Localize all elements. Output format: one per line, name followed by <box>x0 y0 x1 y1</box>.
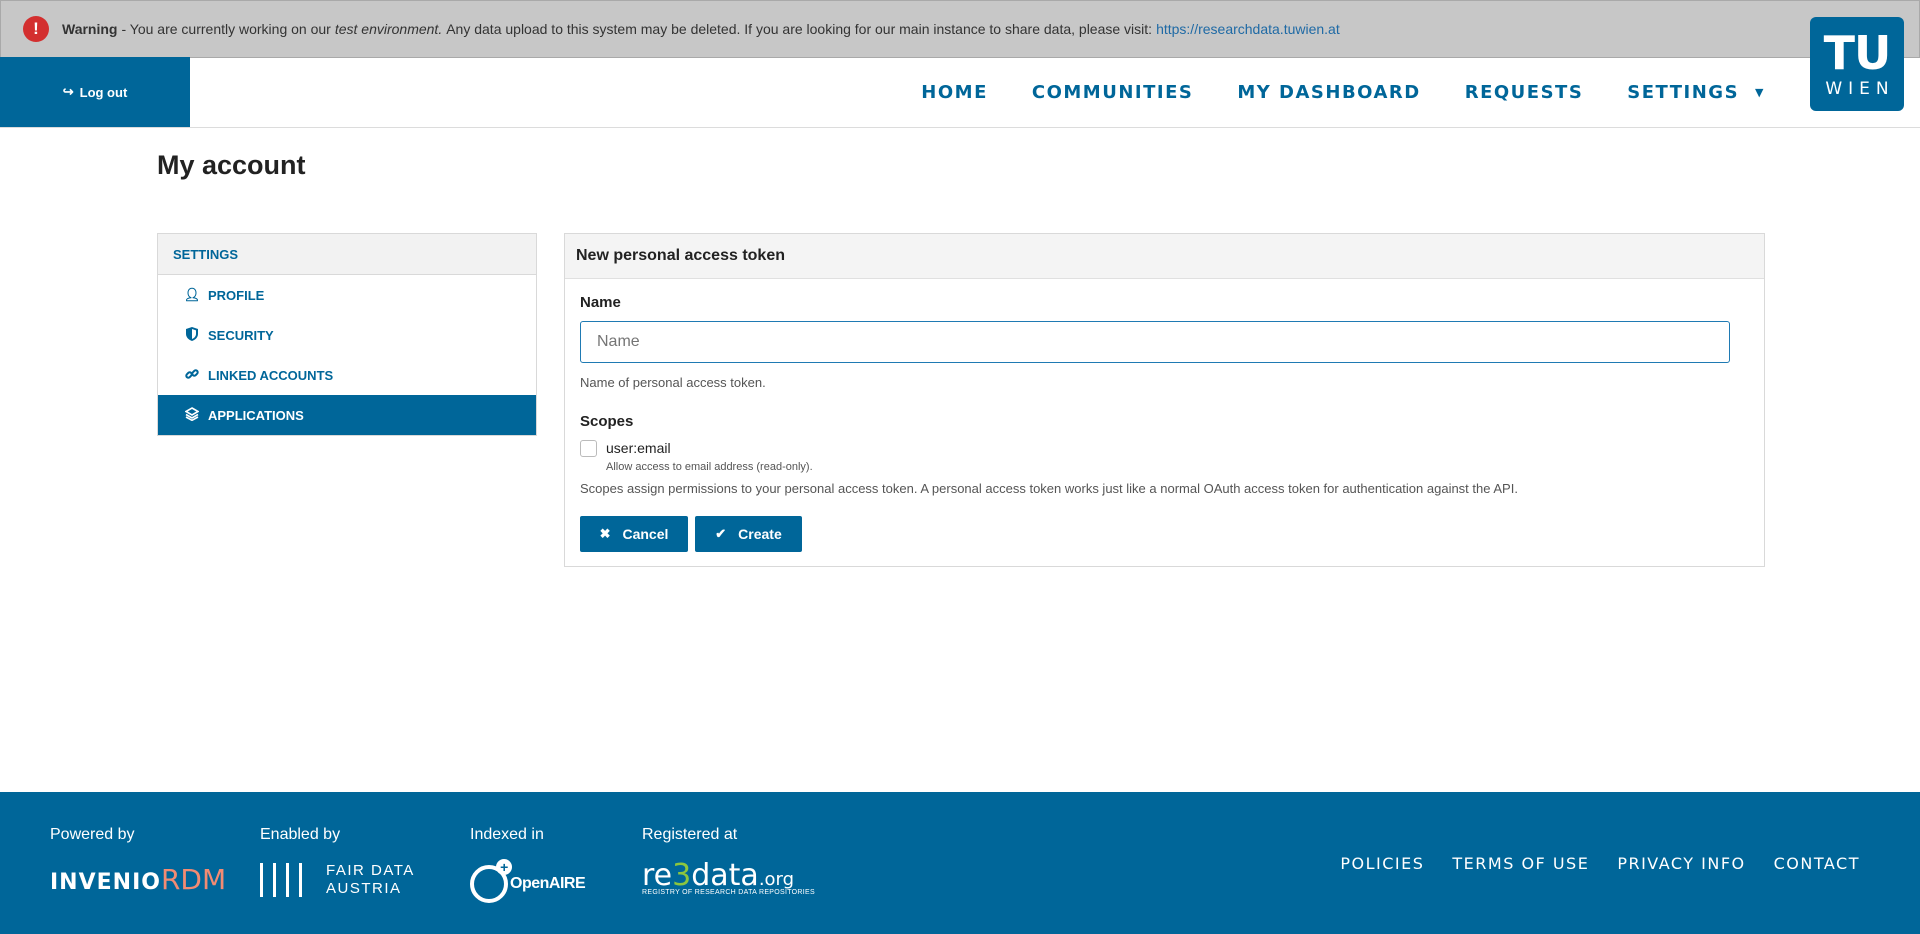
tu-wien-logo[interactable]: TU WIEN <box>1810 17 1904 111</box>
rdm-text: RDM <box>160 863 227 896</box>
footer-links: POLICIES TERMS OF USE PRIVACY INFO CONTA… <box>1312 854 1860 873</box>
fda-bars-icon <box>260 863 312 897</box>
new-token-panel: New personal access token Name Name of p… <box>564 233 1765 567</box>
cube-icon <box>182 406 202 424</box>
warning-text-before: - You are currently working on our <box>121 21 331 37</box>
cancel-label: Cancel <box>622 526 669 542</box>
invenio-text: INVENIO <box>50 870 161 895</box>
scope-user-email-description: Allow access to email address (read-only… <box>606 461 813 473</box>
name-help-text: Name of personal access token. <box>580 375 766 390</box>
sidebar-heading: SETTINGS <box>158 234 536 275</box>
settings-sidebar: SETTINGS 👤︎ PROFILE SECURITY LINKED ACCO… <box>157 233 537 436</box>
warning-banner: ! Warning - You are currently working on… <box>0 0 1920 58</box>
shield-icon <box>182 326 202 344</box>
sign-out-icon: ↪ <box>62 84 74 99</box>
name-input[interactable] <box>580 321 1730 363</box>
scope-user-email-label[interactable]: user:email <box>606 440 671 456</box>
warning-link[interactable]: https://researchdata.tuwien.at <box>1156 21 1340 37</box>
check-icon: ✔ <box>715 526 727 541</box>
re3data-text: re3data.org <box>642 858 795 893</box>
registered-at-label: Registered at <box>642 826 738 843</box>
cancel-button[interactable]: ✖ Cancel <box>580 516 688 552</box>
nav-settings-label: SETTINGS <box>1627 81 1740 103</box>
warning-text-after: Any data upload to this system may be de… <box>446 21 1153 37</box>
main-nav: HOME COMMUNITIES MY DASHBOARD REQUESTS S… <box>877 57 1765 127</box>
fda-text: FAIR DATA AUSTRIA <box>326 862 415 898</box>
scopes-help-text: Scopes assign permissions to your person… <box>580 481 1518 496</box>
warning-emphasis: test environment. <box>334 21 443 37</box>
scopes-label: Scopes <box>580 413 634 430</box>
re3data-subtitle: REGISTRY OF RESEARCH DATA REPOSITORIES <box>642 889 815 896</box>
fair-data-austria-logo[interactable]: FAIR DATA AUSTRIA <box>260 862 415 898</box>
caret-down-icon: ▼ <box>1755 85 1765 99</box>
logo-tu-text: TU <box>1823 25 1892 80</box>
footer-link-policies[interactable]: POLICIES <box>1340 854 1424 873</box>
enabled-by-label: Enabled by <box>260 826 341 843</box>
close-icon: ✖ <box>599 526 611 541</box>
create-button[interactable]: ✔ Create <box>695 516 802 552</box>
openaire-text: OpenAIRE <box>510 875 586 892</box>
openaire-logo[interactable]: + OpenAIRE <box>470 859 586 903</box>
scope-user-email-checkbox[interactable] <box>580 440 597 457</box>
site-header: ↪ Log out HOME COMMUNITIES MY DASHBOARD … <box>0 57 1920 128</box>
nav-my-dashboard[interactable]: MY DASHBOARD <box>1237 82 1420 103</box>
logo-wien-text: WIEN <box>1825 78 1895 99</box>
link-icon <box>182 367 202 384</box>
nav-home[interactable]: HOME <box>921 82 988 103</box>
logout-button[interactable]: ↪ Log out <box>0 57 190 127</box>
sidebar-item-label: LINKED ACCOUNTS <box>208 367 334 383</box>
indexed-in-label: Indexed in <box>470 826 544 843</box>
fda-line1: FAIR DATA <box>326 862 415 879</box>
sidebar-item-label: SECURITY <box>208 327 274 343</box>
invenio-rdm-logo[interactable]: INVENIORDM <box>50 863 226 896</box>
user-icon: 👤︎ <box>183 287 201 302</box>
site-footer: Powered by Enabled by Indexed in Registe… <box>0 792 1920 934</box>
logout-label: Log out <box>79 84 128 100</box>
footer-link-contact[interactable]: CONTACT <box>1774 854 1860 873</box>
nav-communities[interactable]: COMMUNITIES <box>1032 82 1193 103</box>
sidebar-item-linked-accounts[interactable]: LINKED ACCOUNTS <box>158 355 536 395</box>
warning-title: Warning <box>62 21 118 37</box>
sidebar-item-applications[interactable]: APPLICATIONS <box>158 395 536 435</box>
panel-title: New personal access token <box>565 234 1764 279</box>
page-title: My account <box>157 150 306 180</box>
nav-requests[interactable]: REQUESTS <box>1465 82 1584 103</box>
sidebar-item-security[interactable]: SECURITY <box>158 315 536 355</box>
footer-link-terms-of-use[interactable]: TERMS OF USE <box>1452 854 1589 873</box>
exclamation-icon: ! <box>23 16 49 42</box>
openaire-circle-icon: + <box>470 859 512 903</box>
name-label: Name <box>580 294 621 311</box>
nav-settings[interactable]: SETTINGS ▼ <box>1627 82 1765 103</box>
footer-link-privacy-info[interactable]: PRIVACY INFO <box>1617 854 1745 873</box>
sidebar-item-profile[interactable]: 👤︎ PROFILE <box>158 275 536 315</box>
fda-line2: AUSTRIA <box>326 880 402 897</box>
re3data-logo[interactable]: re3data.org REGISTRY OF RESEARCH DATA RE… <box>642 858 815 896</box>
create-label: Create <box>738 526 782 542</box>
sidebar-item-label: APPLICATIONS <box>208 407 304 423</box>
powered-by-label: Powered by <box>50 826 135 843</box>
sidebar-item-label: PROFILE <box>208 287 265 303</box>
